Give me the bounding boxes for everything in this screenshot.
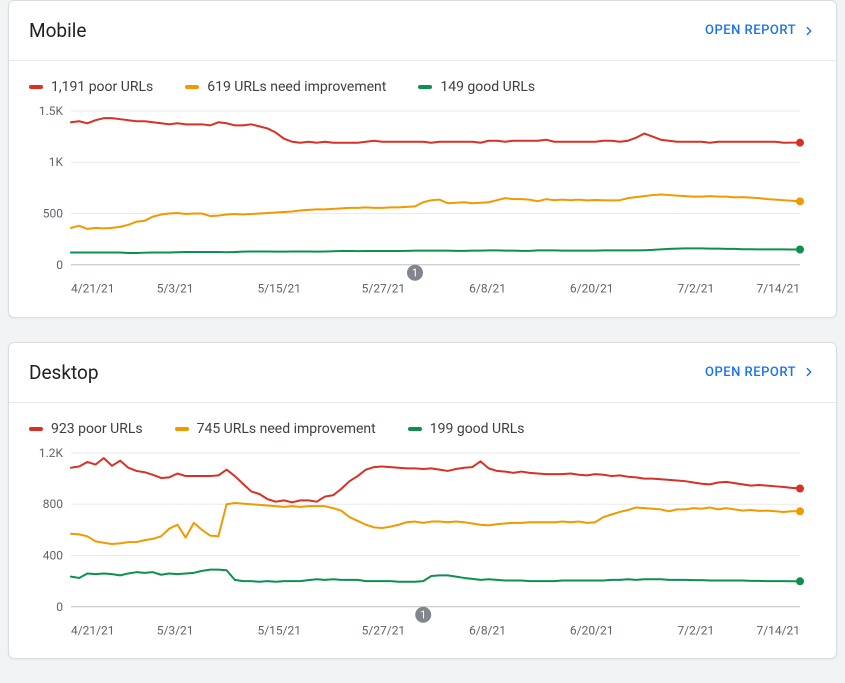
open-report-link[interactable]: OPEN REPORT (705, 365, 816, 380)
card-title: Desktop (29, 361, 99, 384)
svg-text:7/14/21: 7/14/21 (756, 623, 800, 637)
svg-text:1.2K: 1.2K (39, 446, 64, 460)
svg-text:4/21/21: 4/21/21 (71, 282, 115, 296)
mobile-card: Mobile OPEN REPORT 1,191 poor URLs 619 URLs… (8, 0, 837, 318)
svg-text:5/27/21: 5/27/21 (362, 282, 406, 296)
chevron-right-icon (802, 365, 816, 379)
legend-label: 1,191 poor URLs (51, 79, 153, 95)
legend-label: 199 good URLs (430, 421, 525, 437)
open-report-label: OPEN REPORT (705, 23, 796, 38)
legend-label: 149 good URLs (440, 79, 535, 95)
svg-text:5/27/21: 5/27/21 (362, 623, 406, 637)
svg-text:5/15/21: 5/15/21 (258, 282, 302, 296)
svg-text:6/20/21: 6/20/21 (570, 623, 614, 637)
svg-text:1K: 1K (49, 155, 64, 169)
legend-item-poor: 923 poor URLs (29, 421, 143, 437)
svg-text:1.5K: 1.5K (39, 104, 64, 118)
svg-text:5/3/21: 5/3/21 (157, 623, 194, 637)
chevron-right-icon (802, 24, 816, 38)
legend-label: 745 URLs need improvement (197, 421, 376, 437)
legend-item-poor: 1,191 poor URLs (29, 79, 153, 95)
legend-swatch (175, 427, 189, 431)
svg-text:800: 800 (43, 497, 63, 511)
legend-label: 923 poor URLs (51, 421, 143, 437)
desktop-card: Desktop OPEN REPORT 923 poor URLs 745 URLs … (8, 342, 837, 660)
mobile-chart: 0 500 1K 1.5K 1 4/21/21 5/3/21 5/15/21 5/27/21 6/… (9, 101, 836, 317)
svg-text:7/2/21: 7/2/21 (677, 623, 714, 637)
svg-text:5/15/21: 5/15/21 (258, 623, 302, 637)
svg-text:1: 1 (412, 266, 418, 279)
desktop-chart: 0 400 800 1.2K 1 4/21/21 5/3/21 5/15/21 5/27/21 6… (9, 443, 836, 659)
open-report-link[interactable]: OPEN REPORT (705, 23, 816, 38)
legend-swatch (185, 85, 199, 89)
svg-text:400: 400 (43, 548, 63, 562)
svg-text:4/21/21: 4/21/21 (71, 623, 115, 637)
svg-text:5/3/21: 5/3/21 (157, 282, 194, 296)
legend-swatch (418, 85, 432, 89)
legend-label: 619 URLs need improvement (207, 79, 386, 95)
legend-item-good: 149 good URLs (418, 79, 535, 95)
svg-text:500: 500 (43, 207, 63, 221)
svg-text:1: 1 (420, 608, 426, 621)
legend-item-improve: 745 URLs need improvement (175, 421, 376, 437)
card-header: Mobile OPEN REPORT (9, 1, 836, 61)
svg-text:7/2/21: 7/2/21 (677, 282, 714, 296)
legend-item-good: 199 good URLs (408, 421, 525, 437)
open-report-label: OPEN REPORT (705, 365, 796, 380)
legend-item-improve: 619 URLs need improvement (185, 79, 386, 95)
svg-text:7/14/21: 7/14/21 (756, 282, 800, 296)
chart-legend: 1,191 poor URLs 619 URLs need improvement… (9, 61, 836, 101)
svg-text:0: 0 (56, 600, 63, 614)
svg-text:6/8/21: 6/8/21 (469, 282, 506, 296)
svg-text:0: 0 (56, 258, 63, 272)
legend-swatch (29, 427, 43, 431)
card-title: Mobile (29, 19, 86, 42)
legend-swatch (408, 427, 422, 431)
svg-text:6/8/21: 6/8/21 (469, 623, 506, 637)
chart-legend: 923 poor URLs 745 URLs need improvement 19… (9, 403, 836, 443)
legend-swatch (29, 85, 43, 89)
card-header: Desktop OPEN REPORT (9, 343, 836, 403)
svg-text:6/20/21: 6/20/21 (570, 282, 614, 296)
